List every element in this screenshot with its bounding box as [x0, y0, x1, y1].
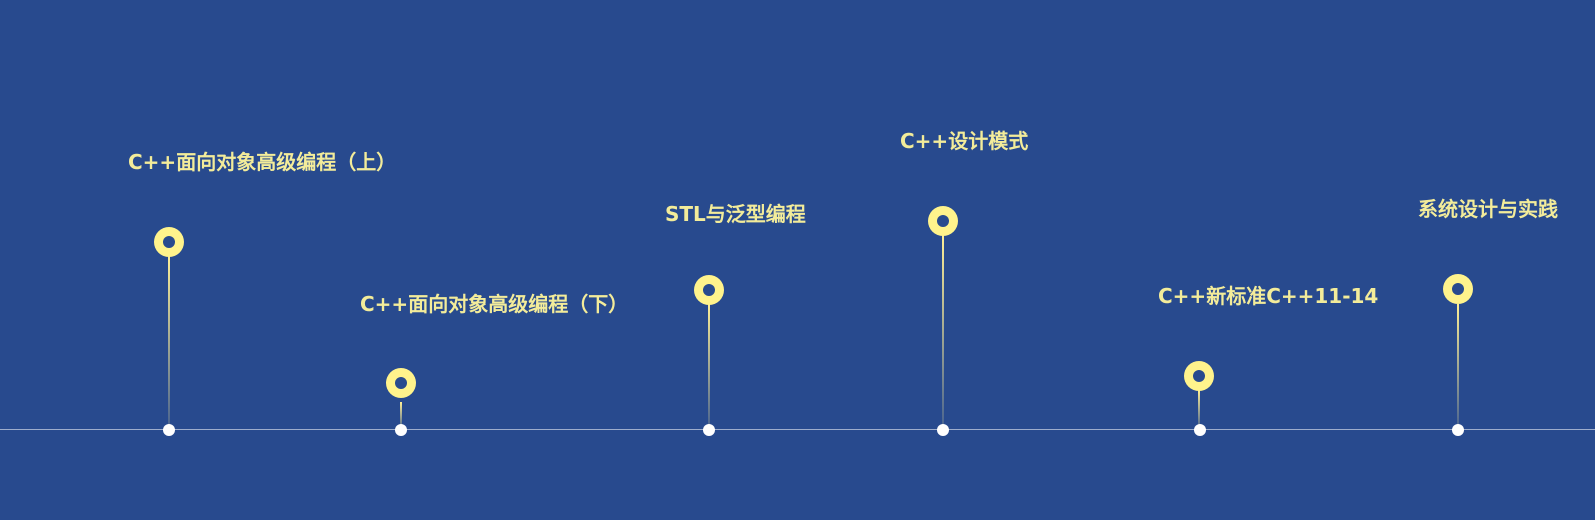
location-pin-icon: [1443, 274, 1473, 304]
baseline-dot: [395, 424, 407, 436]
baseline-dot: [703, 424, 715, 436]
pin-center: [1452, 283, 1464, 295]
milestone-label: C++面向对象高级编程（上）: [128, 150, 397, 174]
milestone-stem: [708, 303, 710, 429]
baseline-dot: [1194, 424, 1206, 436]
baseline-dot: [163, 424, 175, 436]
milestone-label: C++面向对象高级编程（下）: [360, 292, 629, 316]
pin-center: [937, 215, 949, 227]
location-pin-icon: [386, 368, 416, 398]
pin-center: [163, 236, 175, 248]
baseline-dot: [937, 424, 949, 436]
pin-center: [395, 377, 407, 389]
pin-center: [703, 284, 715, 296]
milestone-stem: [1457, 304, 1459, 429]
location-pin-icon: [694, 275, 724, 305]
milestone-label: C++设计模式: [900, 129, 1029, 153]
milestone-label: STL与泛型编程: [665, 202, 806, 226]
milestone-label: C++新标准C++11-14: [1158, 284, 1379, 308]
location-pin-icon: [928, 206, 958, 236]
baseline-dot: [1452, 424, 1464, 436]
timeline: C++面向对象高级编程（上） C++面向对象高级编程（下） STL与泛型编程 C…: [0, 0, 1595, 520]
milestone-label: 系统设计与实践: [1418, 197, 1558, 221]
location-pin-icon: [154, 227, 184, 257]
timeline-baseline: [0, 429, 1595, 430]
location-pin-icon: [1184, 361, 1214, 391]
milestone-stem: [168, 255, 170, 429]
milestone-stem: [942, 235, 944, 429]
pin-center: [1193, 370, 1205, 382]
